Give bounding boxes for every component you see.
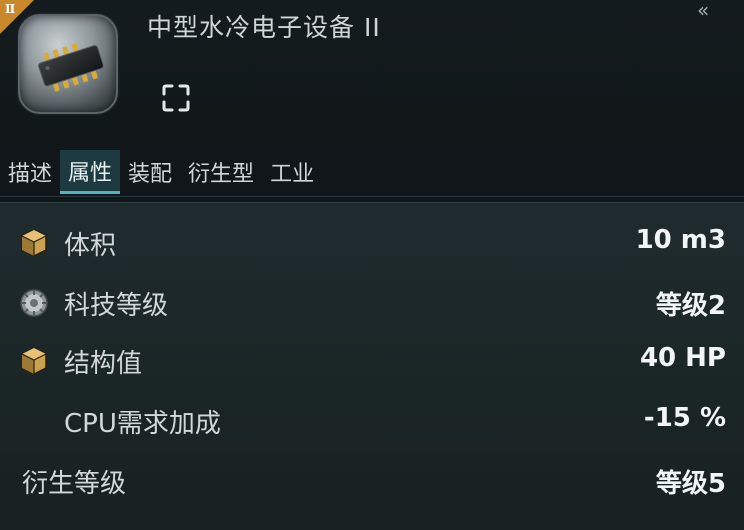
attribute-row-structure: 结构值 40 HP [0,331,744,389]
attribute-label: 衍生等级 [22,469,127,499]
attribute-value: -15 % [643,403,726,433]
attribute-value: 等级5 [655,469,726,499]
item-title: 中型水冷电子设备 II [147,13,381,42]
item-header: II 中型水冷电子设备 II « [0,0,744,148]
cube-icon [18,345,50,377]
tab-divider [0,196,744,197]
tab-fitting[interactable]: 装配 [120,150,180,194]
attribute-label: 科技等级 [64,291,169,321]
tab-bar: 描述 属性 装配 衍生型 工业 [0,148,744,196]
tab-industry[interactable]: 工业 [262,150,322,194]
tech-level-badge-text: II [5,2,15,16]
attribute-label: CPU需求加成 [64,409,221,439]
tab-description[interactable]: 描述 [0,150,60,194]
attribute-value: 40 HP [639,343,726,373]
attribute-row-volume: 体积 10 m3 [0,213,744,271]
attribute-label: 体积 [64,231,117,261]
tab-attributes[interactable]: 属性 [60,150,121,194]
attribute-row-tech-level: 科技等级 等级2 [0,273,744,331]
electronics-chip-icon [38,43,104,92]
attributes-panel: 体积 10 m3 科技等级 等级2 结构值 40 HP CPU需求加成 -15 … [0,202,744,530]
double-chevron-left-icon[interactable]: « [697,0,709,22]
expand-corners-icon[interactable] [160,82,192,114]
attribute-value: 等级2 [655,291,726,321]
attribute-row-cpu-bonus: CPU需求加成 -15 % [0,391,744,449]
tab-variations[interactable]: 衍生型 [180,150,262,194]
attribute-label: 结构值 [64,349,143,379]
attribute-value: 10 m3 [635,225,726,255]
attribute-row-meta-level: 衍生等级 等级5 [0,451,744,509]
cube-icon [18,227,50,259]
tech-level-gear-icon [18,287,50,319]
